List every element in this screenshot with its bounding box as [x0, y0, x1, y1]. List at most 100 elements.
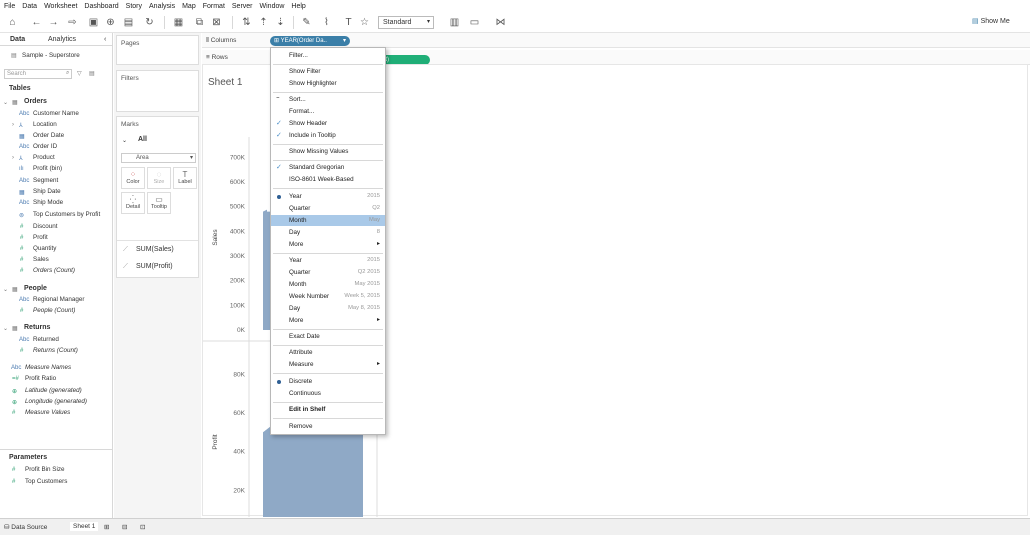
field-order-date[interactable]: Order Date — [33, 132, 64, 139]
filter-fields-icon[interactable]: ▽ — [77, 70, 82, 77]
field-sales[interactable]: Sales — [33, 256, 49, 263]
swap-icon[interactable]: ⇅ — [240, 16, 253, 29]
sort-ascending-icon[interactable]: ⇡ — [257, 16, 270, 29]
menu-edit-in-shelf[interactable]: Edit in Shelf — [271, 404, 385, 415]
param-profit-bin-size[interactable]: Profit Bin Size — [25, 466, 65, 473]
collapse-icon[interactable]: ‹ — [104, 36, 106, 43]
field-product[interactable]: Product — [33, 154, 55, 161]
menu-exact-date[interactable]: Exact Date — [271, 331, 385, 342]
new-worksheet-icon[interactable]: ⊞ — [104, 523, 109, 531]
menu-continuous-year[interactable]: Year 2015 — [271, 255, 385, 266]
chevron-right-icon[interactable]: › — [12, 122, 14, 128]
menu-standard-gregorian[interactable]: ✓ Standard Gregorian — [271, 162, 385, 173]
save-icon[interactable]: ▣ — [87, 16, 100, 29]
data-source-tab[interactable]: ⛁ Data Source — [4, 523, 47, 531]
field-profit[interactable]: Profit — [33, 234, 48, 241]
field-discount[interactable]: Discount — [33, 223, 58, 230]
marks-tab-sum-sales[interactable]: ⟋ SUM(Sales) — [119, 245, 202, 259]
sort-descending-icon[interactable]: ⇣ — [274, 16, 287, 29]
field-order-id[interactable]: Order ID — [33, 143, 57, 150]
tab-analytics[interactable]: Analytics — [48, 36, 76, 43]
presentation-icon[interactable]: ▭ — [468, 16, 481, 29]
chevron-down-icon[interactable]: ⌄ — [122, 137, 127, 144]
clear-sheet-icon[interactable]: ⊠ — [210, 16, 223, 29]
menu-worksheet[interactable]: Worksheet — [44, 3, 77, 10]
menu-data[interactable]: Data — [22, 3, 37, 10]
menu-discrete[interactable]: Discrete — [271, 376, 385, 387]
search-icon[interactable]: ⌕ — [66, 70, 69, 77]
field-profit-bin[interactable]: Profit (bin) — [33, 165, 62, 172]
field-search-input[interactable]: Search — [4, 69, 72, 79]
tab-data[interactable]: Data — [10, 36, 25, 43]
menu-iso-week[interactable]: ISO-8601 Week-Based — [271, 174, 385, 185]
label-icon[interactable]: T — [342, 16, 355, 29]
menu-continuous-more[interactable]: More ▸ — [271, 315, 385, 326]
size-button[interactable]: ◌ Size — [147, 167, 171, 189]
menu-discrete-quarter[interactable]: Quarter Q2 — [271, 203, 385, 214]
menu-include-tooltip[interactable]: ✓ Include in Tooltip — [271, 130, 385, 141]
param-top-customers[interactable]: Top Customers — [25, 478, 67, 485]
menu-remove[interactable]: Remove — [271, 421, 385, 432]
menu-show-highlighter[interactable]: Show Highlighter — [271, 78, 385, 89]
highlight-icon[interactable]: ✎ — [300, 16, 313, 29]
new-dashboard-icon[interactable]: ⊟ — [122, 523, 127, 531]
field-returned[interactable]: Returned — [33, 336, 59, 343]
field-latitude[interactable]: Latitude (generated) — [25, 387, 82, 394]
chevron-down-icon[interactable]: ⌄ — [3, 325, 8, 332]
year-order-date-pill[interactable]: ⊞ YEAR(Order Da.. ▾ — [270, 36, 350, 46]
table-people[interactable]: People — [24, 285, 47, 292]
field-measure-names[interactable]: Measure Names — [25, 364, 71, 371]
field-people-count[interactable]: People (Count) — [33, 307, 75, 314]
menu-show-filter[interactable]: Show Filter — [271, 66, 385, 77]
redo-dropdown-icon[interactable]: ⇨ — [66, 16, 79, 29]
sheet-1-tab[interactable]: Sheet 1 — [70, 522, 99, 531]
share-icon[interactable]: ⋈ — [494, 16, 507, 29]
menu-server[interactable]: Server — [232, 3, 253, 10]
menu-continuous-quarter[interactable]: Quarter Q2 2015 — [271, 267, 385, 278]
refresh-icon[interactable]: ↻ — [143, 16, 156, 29]
menu-story[interactable]: Story — [126, 3, 142, 10]
menu-discrete-year[interactable]: Year 2015 — [271, 191, 385, 202]
menu-map[interactable]: Map — [182, 3, 196, 10]
menu-file[interactable]: File — [4, 3, 15, 10]
undo-icon[interactable]: ← — [30, 16, 43, 29]
new-story-icon[interactable]: ⊡ — [140, 523, 145, 531]
field-longitude[interactable]: Longitude (generated) — [25, 398, 87, 405]
field-regional-manager[interactable]: Regional Manager — [33, 296, 84, 303]
chevron-right-icon[interactable]: › — [12, 155, 14, 161]
menu-measure[interactable]: Measure ▸ — [271, 359, 385, 370]
field-segment[interactable]: Segment — [33, 177, 58, 184]
pin-icon[interactable]: ☆ — [358, 16, 371, 29]
datasource-name[interactable]: Sample - Superstore — [22, 52, 80, 59]
menu-format[interactable]: Format — [203, 3, 225, 10]
menu-analysis[interactable]: Analysis — [149, 3, 175, 10]
menu-format[interactable]: Format... — [271, 106, 385, 117]
fit-select[interactable]: Standard ▾ — [378, 16, 434, 29]
duplicate-sheet-icon[interactable]: ⧉ — [193, 16, 206, 29]
menu-help[interactable]: Help — [291, 3, 305, 10]
field-quantity[interactable]: Quantity — [33, 245, 56, 252]
new-worksheet-icon[interactable]: ▦ — [172, 16, 185, 29]
show-cards-icon[interactable]: ▥ — [448, 16, 461, 29]
field-customer-name[interactable]: Customer Name — [33, 110, 79, 117]
view-options-icon[interactable]: ▤ — [89, 70, 95, 77]
home-icon[interactable]: ⌂ — [6, 16, 19, 29]
menu-show-header[interactable]: ✓ Show Header — [271, 118, 385, 129]
marks-tab-sum-profit[interactable]: ⟋ SUM(Profit) — [119, 262, 202, 276]
new-datasource-icon[interactable]: ⊕ — [104, 16, 117, 29]
chevron-down-icon[interactable]: ⌄ — [3, 99, 8, 106]
field-profit-ratio[interactable]: Profit Ratio — [25, 375, 56, 382]
pause-updates-icon[interactable]: ▤ — [122, 16, 135, 29]
tooltip-button[interactable]: ▭ Tooltip — [147, 192, 171, 214]
field-measure-values[interactable]: Measure Values — [25, 409, 70, 416]
field-returns-count[interactable]: Returns (Count) — [33, 347, 78, 354]
menu-filter[interactable]: Filter... — [271, 50, 385, 61]
field-location[interactable]: Location — [33, 121, 57, 128]
menu-continuous-day[interactable]: Day May 8, 2015 — [271, 303, 385, 314]
pages-card[interactable]: Pages — [116, 35, 199, 65]
chevron-down-icon[interactable]: ⌄ — [3, 286, 8, 293]
menu-discrete-more[interactable]: More ▸ — [271, 239, 385, 250]
detail-button[interactable]: ⁛ Detail — [121, 192, 145, 214]
menu-window[interactable]: Window — [260, 3, 285, 10]
field-top-customers-by-profit[interactable]: Top Customers by Profit — [33, 211, 100, 218]
